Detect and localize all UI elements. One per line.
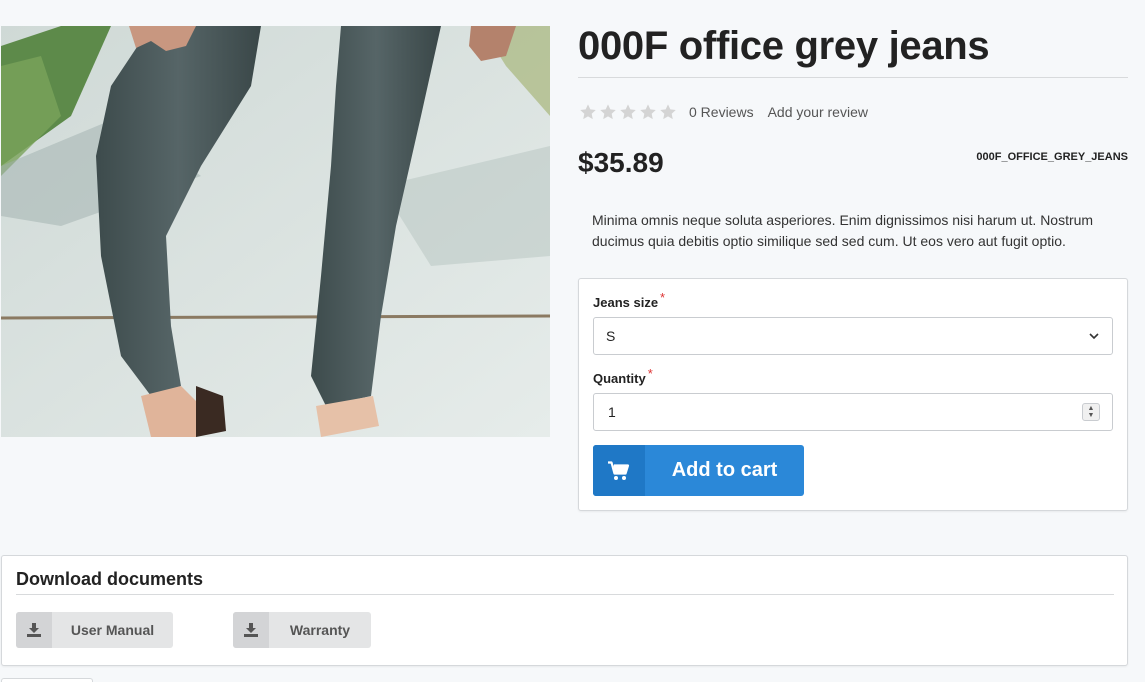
stepper-down-icon[interactable]: ▼ [1088,412,1095,419]
title-divider [578,77,1128,78]
shopping-cart-icon [608,460,630,480]
required-mark: * [660,290,666,305]
chevron-down-icon [1089,333,1099,340]
warranty-button[interactable]: Warranty [233,612,371,648]
quantity-stepper[interactable]: ▲ ▼ [1082,403,1100,421]
product-options-form: Jeans size * S Quantity * 1 ▲ ▼ Add to car… [578,278,1128,511]
download-icon-wrap [233,612,269,648]
documents-divider [16,594,1114,595]
product-sku: 000F_OFFICE_GREY_JEANS [976,151,1128,163]
quantity-field-label: Quantity * [593,366,653,386]
add-review-link[interactable]: Add your review [768,104,868,120]
download-icon [244,623,258,637]
size-field-label: Jeans size * [593,290,665,310]
quantity-input[interactable]: 1 ▲ ▼ [593,393,1113,431]
required-mark: * [647,366,653,381]
product-description: Minima omnis neque soluta asperiores. En… [592,212,1094,249]
warranty-label: Warranty [289,622,351,638]
star-icon[interactable] [619,103,637,121]
star-icon[interactable] [639,103,657,121]
size-select-value: S [606,328,616,344]
star-icon[interactable] [659,103,677,121]
cart-icon-wrap [593,445,645,496]
rating-row: 0 Reviews Add your review [579,101,868,123]
add-to-cart-button[interactable]: Add to cart [593,445,804,496]
user-manual-button[interactable]: User Manual [16,612,173,648]
user-manual-label: User Manual [70,622,155,638]
download-documents-title: Download documents [16,569,204,589]
download-documents-panel: Download documents User Manual Warranty [1,555,1128,666]
rating-stars[interactable] [579,103,677,121]
product-title: 000F office grey jeans [578,24,990,68]
next-section-tab[interactable] [1,678,93,682]
download-icon-wrap [16,612,52,648]
quantity-value: 1 [608,404,616,420]
product-price: $35.89 [578,147,664,178]
size-select[interactable]: S [593,317,1113,355]
product-photo [1,26,550,437]
add-to-cart-label: Add to cart [671,459,778,481]
size-label-text: Jeans size [593,295,659,310]
quantity-label-text: Quantity [593,371,646,386]
stepper-up-icon[interactable]: ▲ [1088,405,1095,412]
star-icon[interactable] [599,103,617,121]
reviews-count-link[interactable]: 0 Reviews [689,104,754,120]
product-image [1,26,550,437]
star-icon[interactable] [579,103,597,121]
download-icon [27,623,41,637]
